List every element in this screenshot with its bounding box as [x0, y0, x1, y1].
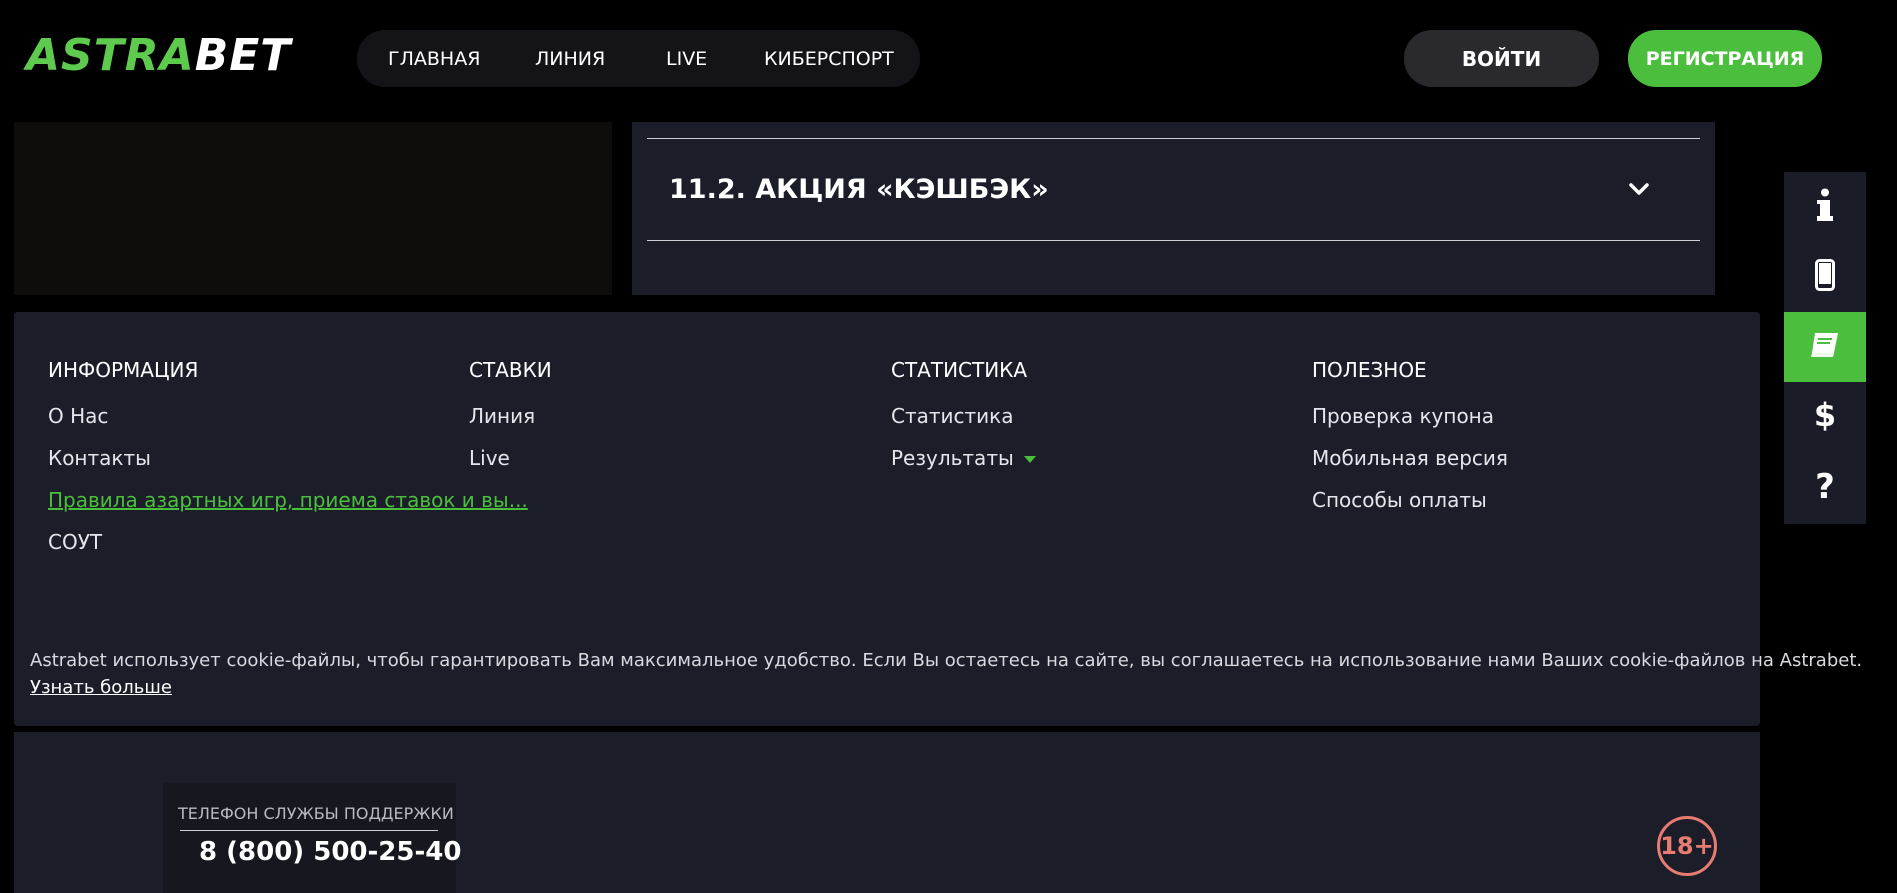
rail-info-button[interactable] — [1784, 172, 1866, 242]
question-icon: ? — [1813, 467, 1837, 507]
logo-text-astra: ASTRA — [26, 30, 195, 81]
promo-image-area — [14, 122, 612, 295]
book-icon — [1809, 331, 1841, 363]
footer-link-live[interactable]: Live — [469, 446, 510, 470]
rules-accordion-panel — [632, 122, 1715, 295]
support-phone-number[interactable]: 8 (800) 500-25-40 — [199, 837, 461, 867]
register-button[interactable]: РЕГИСТРАЦИЯ — [1628, 30, 1822, 87]
footer-heading-stats: СТАТИСТИКА — [891, 358, 1028, 382]
footer-link-line[interactable]: Линия — [469, 404, 535, 428]
info-icon — [1814, 188, 1836, 226]
footer-link-coupon-check[interactable]: Проверка купона — [1312, 404, 1494, 428]
nav-live[interactable]: LIVE — [666, 48, 707, 70]
rail-rules-button[interactable] — [1784, 312, 1866, 382]
footer-heading-useful: ПОЛЕЗНОЕ — [1312, 358, 1427, 382]
footer-heading-info: ИНФОРМАЦИЯ — [48, 358, 199, 382]
accordion-divider-bottom — [647, 240, 1700, 241]
caret-down-icon — [1023, 456, 1036, 463]
footer-link-results[interactable]: Результаты — [891, 446, 1036, 470]
footer-link-rules[interactable]: Правила азартных игр, приема ставок и вы… — [48, 488, 528, 512]
accordion-item-title[interactable]: 11.2. АКЦИЯ «КЭШБЭК» — [669, 174, 1049, 205]
results-label: Результаты — [891, 446, 1014, 470]
footer-link-payment-methods[interactable]: Способы оплаты — [1312, 488, 1487, 512]
footer-link-contacts[interactable]: Контакты — [48, 446, 151, 470]
footer-link-mobile-version[interactable]: Мобильная версия — [1312, 446, 1508, 470]
footer-link-about[interactable]: О Нас — [48, 404, 108, 428]
svg-text:?: ? — [1815, 468, 1835, 502]
rail-help-button[interactable]: ? — [1784, 452, 1866, 522]
footer-heading-bets: СТАВКИ — [469, 358, 552, 382]
support-divider — [180, 830, 438, 831]
dollar-icon: $ — [1814, 396, 1836, 436]
support-phone-label: ТЕЛЕФОН СЛУЖБЫ ПОДДЕРЖКИ — [178, 804, 454, 823]
cookie-learn-more-link[interactable]: Узнать больше — [30, 677, 172, 698]
rail-mobile-button[interactable] — [1784, 242, 1866, 312]
footer-link-statistics[interactable]: Статистика — [891, 404, 1014, 428]
rail-payments-button[interactable]: $ — [1784, 382, 1866, 452]
astrabet-logo[interactable]: ASTRABET — [26, 30, 292, 81]
nav-home[interactable]: ГЛАВНАЯ — [388, 48, 480, 70]
main-nav: ГЛАВНАЯ ЛИНИЯ LIVE КИБЕРСПОРТ — [357, 30, 920, 87]
cookie-notice: Astrabet использует cookie-файлы, чтобы … — [30, 650, 1863, 671]
mobile-phone-icon — [1815, 259, 1835, 295]
accordion-divider-top — [647, 138, 1700, 139]
login-button[interactable]: ВОЙТИ — [1404, 30, 1599, 87]
logo-text-bet: BET — [194, 30, 292, 81]
nav-line[interactable]: ЛИНИЯ — [535, 48, 605, 70]
chevron-down-icon[interactable] — [1626, 176, 1652, 202]
nav-esports[interactable]: КИБЕРСПОРТ — [764, 48, 894, 70]
footer-link-sout[interactable]: СОУТ — [48, 530, 102, 554]
svg-text:$: $ — [1814, 398, 1836, 432]
age-restriction-badge: 18+ — [1657, 816, 1717, 876]
